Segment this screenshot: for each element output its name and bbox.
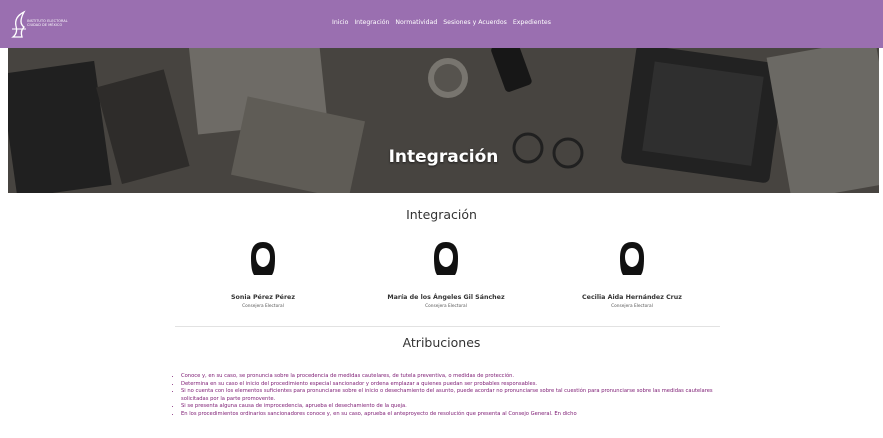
hero-banner: Integración xyxy=(8,48,879,193)
member-role: Consejera Electoral xyxy=(611,304,653,309)
nav-link-integracion[interactable]: Integración xyxy=(354,19,389,26)
attribution-item: Si no cuenta con los elementos suficient… xyxy=(181,388,721,403)
member-role: Consejera Electoral xyxy=(242,304,284,309)
members-list: Sonia Pérez Pérez Consejera Electoral Ma… xyxy=(0,236,883,316)
member-name: Cecilia Aida Hernández Cruz xyxy=(582,294,682,301)
hero-title: Integración xyxy=(388,147,499,167)
member-name: Sonia Pérez Pérez xyxy=(231,294,295,301)
attribution-item: Conoce y, en su caso, se pronuncia sobre… xyxy=(181,373,721,381)
integration-title: Integración xyxy=(406,207,477,222)
woman-avatar-icon xyxy=(434,242,458,275)
member-role: Consejera Electoral xyxy=(425,304,467,309)
main-nav: Inicio Integración Normatividad Sesiones… xyxy=(0,19,883,26)
hero-desk-image xyxy=(8,48,879,193)
attributions-list: Conoce y, en su caso, se pronuncia sobre… xyxy=(173,373,721,419)
section-divider xyxy=(175,326,720,327)
attributions-title: Atribuciones xyxy=(402,335,481,350)
top-navbar: INSTITUTO ELECTORAL CIUDAD DE MÉXICO Ini… xyxy=(0,0,883,48)
woman-avatar-icon xyxy=(620,242,644,275)
nav-link-expedientes[interactable]: Expedientes xyxy=(513,19,551,26)
nav-link-sesiones[interactable]: Sesiones y Acuerdos xyxy=(443,19,507,26)
attribution-item: Si se presenta alguna causa de improcede… xyxy=(181,403,721,411)
attribution-item: En los procedimientos ordinarios sancion… xyxy=(181,411,721,419)
nav-link-inicio[interactable]: Inicio xyxy=(332,19,348,26)
member-name: María de los Ángeles Gil Sánchez xyxy=(387,294,505,301)
nav-link-normatividad[interactable]: Normatividad xyxy=(395,19,437,26)
woman-avatar-icon xyxy=(251,242,275,275)
